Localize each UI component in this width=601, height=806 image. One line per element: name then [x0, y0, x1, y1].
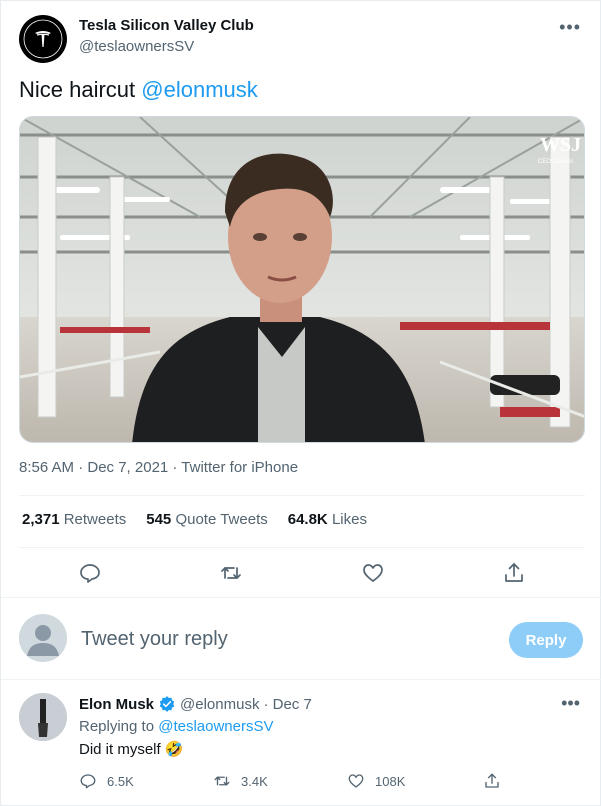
reply-author-name[interactable]: Elon Musk [79, 696, 154, 713]
tesla-owners-logo-icon [20, 16, 66, 62]
retweet-count: 3.4K [241, 773, 268, 789]
reply-reply-action[interactable]: 6.5K [79, 772, 134, 790]
share-icon[interactable] [502, 561, 526, 585]
reply-like-action[interactable]: 108K [347, 772, 405, 790]
reply-text: Did it myself 🤣 [79, 741, 184, 758]
like-icon[interactable] [361, 561, 385, 585]
divider [19, 547, 585, 548]
reply-icon[interactable] [78, 561, 102, 585]
quotes-label: Quote Tweets [175, 511, 268, 528]
retweet-icon [214, 776, 230, 786]
like-icon [348, 774, 364, 788]
likes-stat[interactable]: 64.8K Likes [288, 511, 367, 528]
replying-to: Replying to @teslaownersSV [79, 718, 274, 735]
user-handle[interactable]: @teslaownersSV [79, 38, 194, 55]
display-name[interactable]: Tesla Silicon Valley Club [79, 17, 254, 34]
verified-badge-icon [158, 695, 176, 713]
more-options-icon[interactable]: ••• [559, 17, 581, 38]
reply-author-avatar[interactable] [19, 693, 67, 741]
tweet-media[interactable]: WSJ CEO Council [19, 116, 585, 443]
reply-count: 6.5K [107, 773, 134, 789]
media-watermark-sub: CEO Council [538, 159, 573, 165]
tweet-meta[interactable]: 8:56 AM · Dec 7, 2021 · Twitter for iPho… [19, 459, 298, 476]
divider [1, 597, 601, 598]
replying-to-link[interactable]: @teslaownersSV [158, 718, 273, 735]
retweets-stat[interactable]: 2,371 Retweets [22, 511, 126, 528]
reply-button[interactable]: Reply [509, 622, 583, 658]
tweet-actions [19, 557, 585, 589]
media-image: WSJ CEO Council [20, 117, 584, 442]
reply-author-handle[interactable]: @elonmusk [180, 696, 259, 713]
reply-header: Elon Musk @elonmusk · Dec 7 [79, 695, 312, 713]
tweet-header: Tesla Silicon Valley Club @teslaownersSV… [19, 15, 587, 63]
retweets-count: 2,371 [22, 511, 60, 528]
replying-to-prefix: Replying to [79, 718, 159, 735]
reply-icon [80, 774, 96, 789]
current-user-avatar [19, 614, 67, 662]
reply-share-action[interactable] [483, 772, 501, 790]
tweet-text-body: Nice haircut [19, 77, 142, 102]
retweets-label: Retweets [63, 511, 127, 528]
quotes-count: 545 [146, 511, 172, 528]
likes-label: Likes [331, 511, 367, 528]
tweet-text: Nice haircut @elonmusk [19, 75, 258, 105]
avatar[interactable] [19, 15, 67, 63]
quotes-stat[interactable]: 545 Quote Tweets [146, 511, 267, 528]
reply-input[interactable]: Tweet your reply [81, 628, 228, 651]
likes-count: 64.8K [287, 511, 328, 528]
reply-retweet-action[interactable]: 3.4K [213, 772, 268, 790]
reply-more-options-icon[interactable]: ••• [561, 693, 580, 714]
tweet-detail-panel: Tesla Silicon Valley Club @teslaownersSV… [0, 0, 601, 806]
like-count: 108K [375, 773, 406, 789]
share-icon [485, 773, 499, 788]
media-watermark: WSJ [540, 134, 581, 156]
divider [1, 679, 601, 680]
retweet-icon[interactable] [219, 561, 243, 585]
mention-link[interactable]: @elonmusk [141, 77, 258, 102]
tweet-stats: 2,371 Retweets 545 Quote Tweets 64.8K Li… [22, 511, 367, 528]
divider [19, 495, 585, 496]
reply-actions: 6.5K 3.4K 108K [79, 772, 499, 792]
reply-date[interactable]: · Dec 7 [263, 696, 311, 713]
